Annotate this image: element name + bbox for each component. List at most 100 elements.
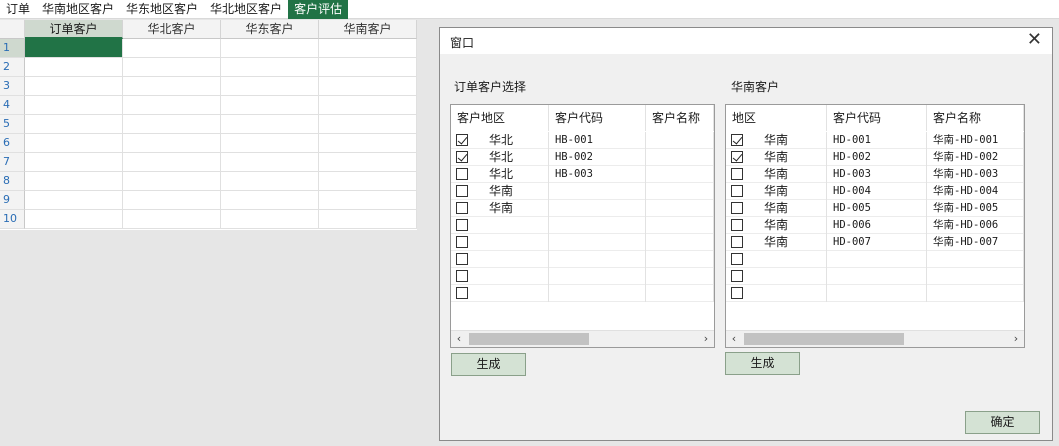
sheet-cell[interactable] <box>319 58 417 77</box>
tab-customer-evaluation[interactable]: 客户评估 <box>288 0 349 19</box>
row-checkbox[interactable] <box>456 219 468 231</box>
sheet-cell[interactable] <box>221 191 319 210</box>
header-region[interactable]: 客户地区 <box>451 105 549 131</box>
sheet-cell[interactable] <box>123 77 221 96</box>
row-checkbox[interactable] <box>731 236 743 248</box>
row-checkbox[interactable] <box>731 185 743 197</box>
sheet-cell[interactable] <box>221 210 319 229</box>
sheet-cell[interactable] <box>123 191 221 210</box>
sheet-cell[interactable] <box>25 191 123 210</box>
row-checkbox[interactable] <box>456 202 468 214</box>
table-row: 华南 <box>451 200 714 217</box>
sheet-cell[interactable] <box>319 77 417 96</box>
scroll-left-icon[interactable]: ‹ <box>451 331 467 347</box>
sheet-cell[interactable] <box>221 58 319 77</box>
row-checkbox[interactable] <box>731 253 743 265</box>
sheet-cell[interactable] <box>123 115 221 134</box>
column-header-d[interactable]: 华南客户 <box>319 20 417 39</box>
close-icon[interactable]: ✕ <box>1027 31 1042 49</box>
horizontal-scrollbar[interactable]: ‹ › <box>451 330 714 347</box>
sheet-cell[interactable] <box>221 134 319 153</box>
scroll-right-icon[interactable]: › <box>698 331 714 347</box>
sheet-cell[interactable] <box>319 96 417 115</box>
sheet-cell[interactable] <box>25 58 123 77</box>
sheet-cell[interactable] <box>319 210 417 229</box>
tab-orders[interactable]: 订单 <box>0 0 36 19</box>
row-header[interactable]: 2 <box>0 58 25 77</box>
row-checkbox[interactable] <box>456 185 468 197</box>
row-header[interactable]: 6 <box>0 134 25 153</box>
row-checkbox[interactable] <box>456 253 468 265</box>
header-customer-code[interactable]: 客户代码 <box>549 105 647 131</box>
row-checkbox[interactable] <box>456 134 468 146</box>
tab-south-china-customers[interactable]: 华南地区客户 <box>36 0 120 19</box>
scroll-left-icon[interactable]: ‹ <box>726 331 742 347</box>
sheet-cell[interactable] <box>25 172 123 191</box>
row-header[interactable]: 8 <box>0 172 25 191</box>
sheet-cell[interactable] <box>25 153 123 172</box>
ok-button[interactable]: 确定 <box>965 411 1040 434</box>
scrollbar-thumb[interactable] <box>744 333 904 345</box>
row-checkbox[interactable] <box>731 202 743 214</box>
sheet-cell[interactable] <box>221 115 319 134</box>
select-all-corner[interactable] <box>0 20 25 39</box>
row-header[interactable]: 3 <box>0 77 25 96</box>
sheet-cell[interactable] <box>319 172 417 191</box>
sheet-cell[interactable] <box>25 115 123 134</box>
sheet-cell[interactable] <box>25 96 123 115</box>
selected-cell[interactable] <box>25 39 123 58</box>
sheet-cell[interactable] <box>319 191 417 210</box>
generate-order-customers-button[interactable]: 生成 <box>451 353 526 376</box>
sheet-cell[interactable] <box>221 77 319 96</box>
row-checkbox[interactable] <box>456 168 468 180</box>
sheet-cell[interactable] <box>123 153 221 172</box>
sheet-cell[interactable] <box>221 153 319 172</box>
header-customer-name[interactable]: 客户名称 <box>927 105 1024 131</box>
sheet-cell[interactable] <box>123 210 221 229</box>
column-header-b[interactable]: 华北客户 <box>123 20 221 39</box>
row-header[interactable]: 1 <box>0 39 25 58</box>
header-customer-name[interactable]: 客户名称 <box>646 105 714 131</box>
sheet-cell[interactable] <box>123 58 221 77</box>
tab-east-china-customers[interactable]: 华东地区客户 <box>120 0 204 19</box>
sheet-cell[interactable] <box>319 115 417 134</box>
sheet-cell[interactable] <box>123 134 221 153</box>
sheet-cell[interactable] <box>221 172 319 191</box>
sheet-cell[interactable] <box>123 172 221 191</box>
row-header[interactable]: 10 <box>0 210 25 229</box>
scroll-right-icon[interactable]: › <box>1008 331 1024 347</box>
row-checkbox[interactable] <box>731 151 743 163</box>
generate-south-china-button[interactable]: 生成 <box>725 352 800 375</box>
row-header[interactable]: 5 <box>0 115 25 134</box>
row-checkbox[interactable] <box>731 287 743 299</box>
sheet-cell[interactable] <box>221 39 319 58</box>
row-checkbox[interactable] <box>456 151 468 163</box>
column-header-a[interactable]: 订单客户 <box>25 20 123 39</box>
scrollbar-thumb[interactable] <box>469 333 589 345</box>
column-header-c[interactable]: 华东客户 <box>221 20 319 39</box>
row-checkbox[interactable] <box>731 134 743 146</box>
row-checkbox[interactable] <box>456 236 468 248</box>
horizontal-scrollbar[interactable]: ‹ › <box>726 330 1024 347</box>
header-customer-code[interactable]: 客户代码 <box>827 105 927 131</box>
sheet-cell[interactable] <box>319 134 417 153</box>
sheet-cell[interactable] <box>319 153 417 172</box>
row-checkbox[interactable] <box>456 287 468 299</box>
table-row: 华南 <box>451 183 714 200</box>
row-checkbox[interactable] <box>731 168 743 180</box>
sheet-cell[interactable] <box>25 134 123 153</box>
row-checkbox[interactable] <box>731 219 743 231</box>
sheet-cell[interactable] <box>123 39 221 58</box>
row-header[interactable]: 4 <box>0 96 25 115</box>
row-header[interactable]: 9 <box>0 191 25 210</box>
row-header[interactable]: 7 <box>0 153 25 172</box>
sheet-cell[interactable] <box>25 77 123 96</box>
sheet-cell[interactable] <box>25 210 123 229</box>
header-region[interactable]: 地区 <box>726 105 827 131</box>
tab-north-china-customers[interactable]: 华北地区客户 <box>204 0 288 19</box>
sheet-cell[interactable] <box>221 96 319 115</box>
row-checkbox[interactable] <box>456 270 468 282</box>
sheet-cell[interactable] <box>123 96 221 115</box>
sheet-cell[interactable] <box>319 39 417 58</box>
row-checkbox[interactable] <box>731 270 743 282</box>
